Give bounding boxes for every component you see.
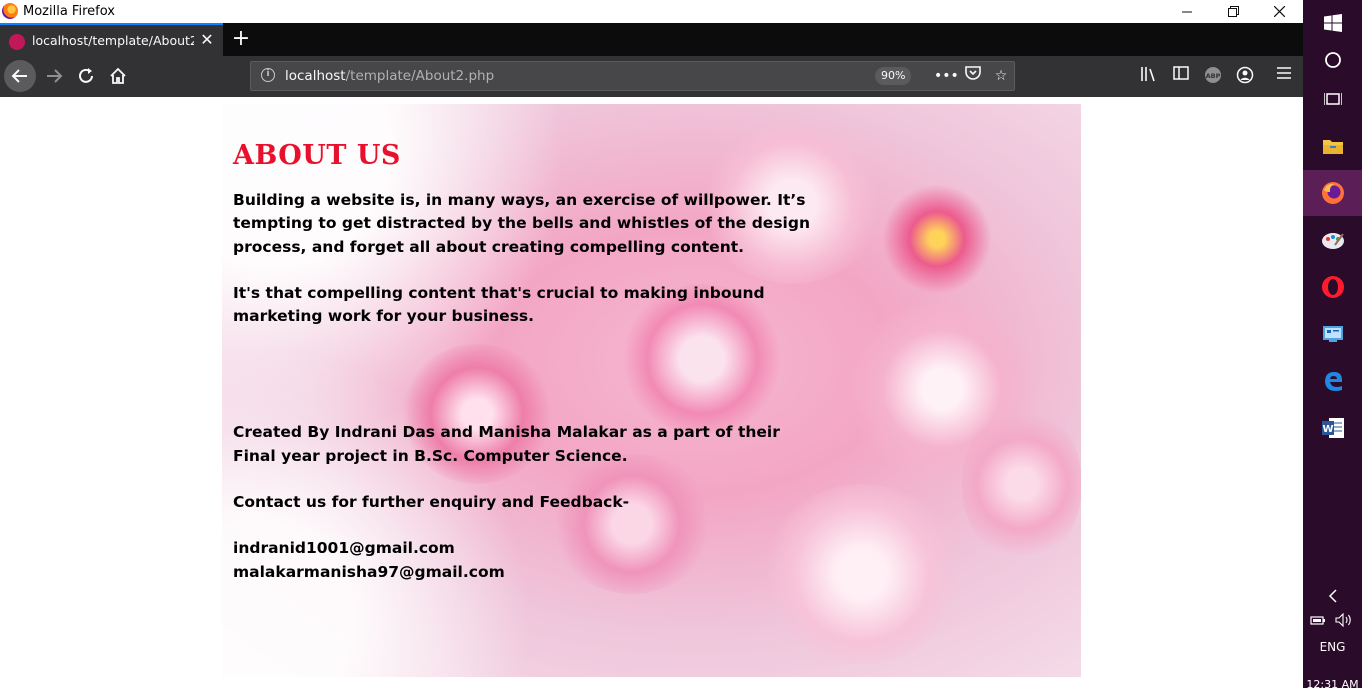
restore-button[interactable] (1210, 0, 1256, 23)
svg-text:ABP: ABP (1206, 72, 1221, 80)
bookmark-star-icon[interactable]: ☆ (990, 65, 1012, 87)
navigation-toolbar: i localhost/template/About2.php 90% ••• … (0, 56, 1303, 97)
task-view-button[interactable] (1303, 76, 1362, 122)
close-window-button[interactable] (1256, 0, 1302, 23)
page-heading: ABOUT US (233, 140, 401, 171)
forward-icon (47, 69, 63, 83)
site-info-icon[interactable]: i (261, 68, 275, 82)
reload-button[interactable] (72, 62, 100, 90)
edge-taskbar-button[interactable] (1303, 358, 1362, 404)
edge-icon (1324, 372, 1342, 391)
window-title: Mozilla Firefox (23, 4, 115, 19)
tab-close-button[interactable]: ✕ (198, 30, 216, 50)
pocket-icon[interactable] (962, 65, 984, 87)
paint-icon (1321, 233, 1344, 249)
control-panel-taskbar-button[interactable] (1303, 311, 1362, 357)
file-explorer-button[interactable] (1303, 123, 1362, 169)
minimize-icon (1182, 11, 1192, 12)
back-icon (11, 69, 27, 83)
zoom-indicator[interactable]: 90% (875, 67, 912, 85)
email-link-1[interactable]: indranid1001@gmail.com (233, 537, 833, 560)
search-icon (1324, 52, 1341, 68)
home-icon (110, 67, 126, 84)
url-path: /template/About2.php (345, 68, 495, 84)
contact-label: Contact us for further enquiry and Feedb… (233, 493, 630, 512)
paint-taskbar-button[interactable] (1303, 217, 1362, 263)
minimize-button[interactable] (1164, 0, 1210, 23)
volume-button[interactable] (1329, 597, 1359, 643)
restore-icon (1227, 6, 1239, 17)
new-tab-button[interactable]: + (229, 26, 253, 52)
sidebar-icon[interactable] (1171, 66, 1191, 86)
url-host: localhost (285, 68, 346, 84)
page-viewport: ABOUT US Building a website is, in many … (0, 97, 1303, 688)
email-link-2[interactable]: malakarmanisha97@gmail.com (233, 561, 833, 584)
reload-icon (79, 68, 93, 83)
tab-strip: localhost/template/About2.php ✕ + (0, 23, 1303, 56)
window-title-bar: Mozilla Firefox (0, 0, 1303, 23)
menu-icon[interactable] (1274, 66, 1294, 86)
windows-taskbar: W ENG 12:31 AM (1303, 0, 1362, 691)
intro-paragraph: Building a website is, in many ways, an … (233, 191, 810, 256)
page-actions-icon[interactable]: ••• (934, 65, 959, 87)
control-panel-icon (1322, 326, 1343, 342)
library-icon[interactable] (1139, 66, 1159, 86)
address-bar[interactable]: i localhost/template/About2.php 90% ••• … (250, 61, 1015, 91)
firefox-taskbar-button[interactable] (1303, 170, 1362, 216)
about-section: ABOUT US Building a website is, in many … (233, 140, 833, 584)
tab-title: localhost/template/About2.php (32, 33, 194, 48)
tab-favicon-icon (9, 34, 25, 50)
volume-icon (1335, 613, 1351, 627)
battery-icon (1310, 616, 1325, 625)
close-icon (1273, 6, 1285, 17)
account-icon[interactable] (1235, 66, 1255, 86)
back-button[interactable] (4, 60, 36, 92)
input-language-indicator[interactable]: ENG (1303, 640, 1362, 654)
word-taskbar-button[interactable]: W (1303, 405, 1362, 451)
firefox-icon (1321, 182, 1344, 204)
svg-text:W: W (1322, 424, 1333, 435)
firefox-logo-icon (2, 3, 18, 19)
file-explorer-icon (1322, 140, 1343, 154)
opera-icon (1321, 276, 1344, 298)
opera-taskbar-button[interactable] (1303, 264, 1362, 310)
credits-paragraph: Created By Indrani Das and Manisha Malak… (233, 423, 780, 465)
second-paragraph: It's that compelling content that's cruc… (233, 283, 765, 326)
windows-start-icon (1323, 14, 1342, 32)
url-text[interactable]: localhost/template/About2.php (285, 68, 494, 84)
home-button[interactable] (104, 62, 132, 90)
word-icon: W (1321, 418, 1344, 438)
adblock-icon[interactable]: ABP (1203, 66, 1223, 86)
forward-button[interactable] (40, 62, 68, 90)
taskbar-clock[interactable]: 12:31 AM (1303, 678, 1362, 691)
tab-about2[interactable]: localhost/template/About2.php ✕ (0, 23, 223, 56)
task-view-icon (1323, 93, 1342, 105)
